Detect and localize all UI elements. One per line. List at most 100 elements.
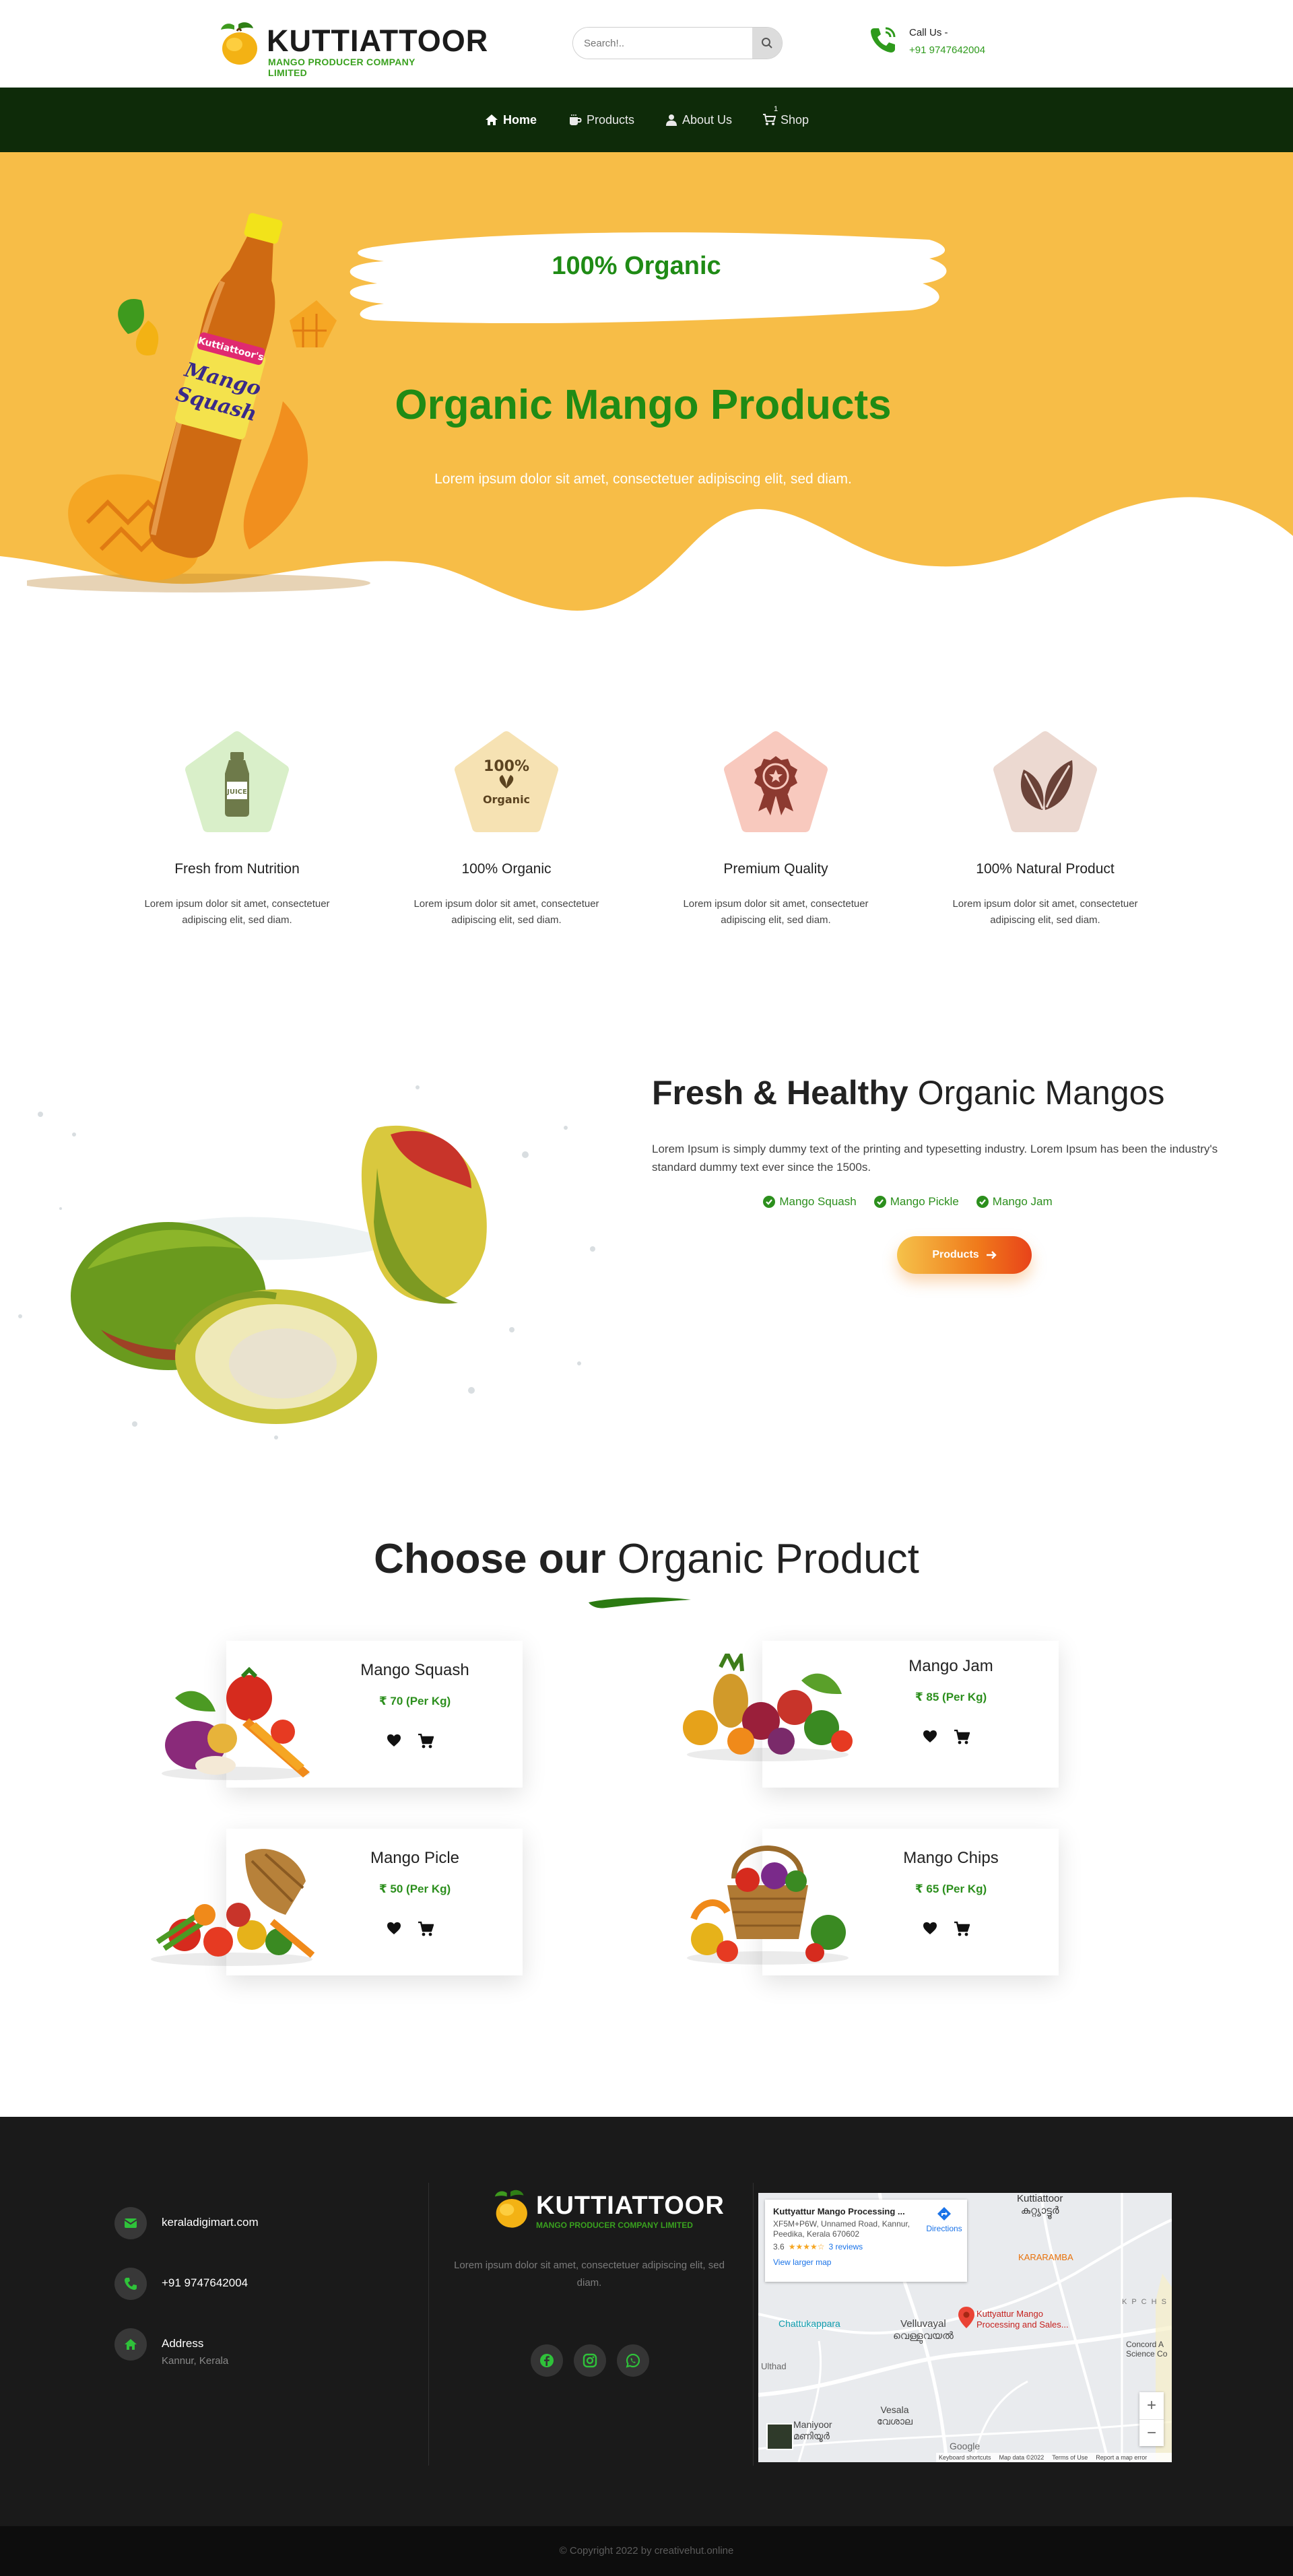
map-label-velluvayal: Velluvayal വെള്ളുവയൽ — [893, 2318, 954, 2342]
map-label: വെള്ളുവയൽ — [893, 2330, 954, 2342]
site-logo[interactable]: KUTTIATTOOR MANGO PRODUCER COMPANY LIMIT… — [214, 18, 488, 78]
whatsapp-icon — [626, 2353, 640, 2368]
cart-icon[interactable] — [954, 1922, 970, 1936]
product-price: ₹ 50 (Per Kg) — [378, 1883, 451, 1895]
heart-icon[interactable] — [387, 1734, 401, 1747]
cart-icon — [763, 114, 776, 125]
map-label: Science Co — [1126, 2349, 1168, 2359]
search-input[interactable] — [573, 28, 754, 59]
footer-phone[interactable]: +91 9747642004 — [114, 2268, 248, 2300]
feature-card-natural: 100% Natural Product Lorem ipsum dolor s… — [931, 731, 1160, 928]
map-larger-link[interactable]: View larger map — [773, 2258, 959, 2268]
call-label: Call Us - — [909, 27, 948, 38]
map-label-chattukappara: Chattukappara — [778, 2318, 840, 2329]
hero-subtitle: Lorem ipsum dolor sit amet, consectetuer… — [434, 471, 852, 487]
map-label: Vesala — [880, 2404, 909, 2415]
map-satellite-toggle[interactable] — [766, 2423, 793, 2450]
nav-item-products[interactable]: Products — [568, 110, 634, 129]
user-icon — [666, 114, 677, 126]
cart-icon[interactable] — [418, 1734, 434, 1749]
zoom-in-button[interactable]: + — [1139, 2392, 1164, 2419]
google-map-embed[interactable]: Kuttyattur Mango Processing ... XF5M+P6W… — [758, 2193, 1172, 2462]
search-button[interactable] — [752, 28, 782, 59]
search-box — [572, 27, 783, 59]
footer-email[interactable]: keraladigimart.com — [114, 2207, 259, 2239]
check-label: Mango Pickle — [890, 1195, 959, 1208]
map-label: കുറ്റ്യാട്ടൂർ — [1020, 2205, 1059, 2216]
envelope-icon — [124, 2218, 137, 2228]
product-name: Mango Picle — [370, 1849, 460, 1867]
footer-email-text: keraladigimart.com — [162, 2216, 259, 2229]
facebook-link[interactable] — [531, 2344, 563, 2377]
heart-icon[interactable] — [923, 1922, 937, 1935]
map-label: Maniyoor — [793, 2419, 832, 2430]
map-footer-link[interactable]: Terms of Use — [1052, 2454, 1088, 2461]
footer-divider — [428, 2183, 429, 2466]
nav-label-home: Home — [503, 112, 537, 127]
feature-title: 100% Organic — [461, 861, 552, 877]
choose-title-light: Organic Product — [617, 1536, 919, 1582]
organic-icon-word: Organic — [483, 793, 530, 806]
nav-item-home[interactable]: Home — [485, 110, 537, 129]
juice-bottle-icon: JUICE — [225, 752, 249, 817]
phone-call-icon — [871, 27, 896, 53]
whatsapp-link[interactable] — [617, 2344, 649, 2377]
footer-phone-text: +91 9747642004 — [162, 2276, 248, 2289]
fruits-vegetables-image — [683, 1654, 853, 1761]
map-directions-label: Directions — [926, 2224, 962, 2233]
instagram-icon — [583, 2353, 597, 2368]
heart-icon[interactable] — [387, 1922, 401, 1935]
map-rating: 3.6 — [773, 2242, 785, 2251]
facebook-icon — [540, 2354, 554, 2367]
feature-title: Fresh from Nutrition — [174, 861, 300, 877]
home-icon — [125, 2339, 137, 2350]
products-button[interactable]: Products — [897, 1236, 1032, 1274]
fresh-check-list: Mango Squash Mango Pickle Mango Jam — [652, 1195, 1164, 1209]
product-name: Mango Chips — [903, 1849, 999, 1867]
footer-logo[interactable]: KUTTIATTOOR MANGO PRODUCER COMPANY LIMIT… — [489, 2188, 724, 2235]
check-circle-icon — [763, 1196, 776, 1208]
footer-description: Lorem ipsum dolor sit amet, consectetuer… — [454, 2260, 725, 2289]
copyright-bar: © Copyright 2022 by creativehut.online — [0, 2526, 1293, 2576]
check-item: Mango Jam — [976, 1195, 1053, 1209]
footer-social-links — [531, 2344, 649, 2377]
nav-item-shop[interactable]: Shop — [762, 110, 809, 129]
map-label-vesala: Vesala വേശാല — [877, 2404, 913, 2427]
hero-banner: Kuttiattoor's Mango Squash 100% Organic … — [0, 152, 1293, 623]
cart-icon[interactable] — [418, 1922, 434, 1936]
vegetables-image — [162, 1666, 310, 1780]
splashing-mangos-image — [18, 1085, 595, 1439]
instagram-link[interactable] — [574, 2344, 606, 2377]
check-label: Mango Squash — [779, 1195, 857, 1208]
map-label-ulthad: Ulthad — [761, 2361, 787, 2371]
footer-logo-subtitle: MANGO PRODUCER COMPANY LIMITED — [536, 2221, 693, 2230]
map-reviews-link[interactable]: 3 reviews — [828, 2242, 863, 2252]
nav-label-about: About Us — [682, 112, 733, 127]
feature-card-nutrition: JUICE Fresh from Nutrition Lorem ipsum d… — [123, 731, 352, 928]
map-zoom-controls: + − — [1139, 2392, 1164, 2446]
heart-icon[interactable] — [923, 1730, 937, 1743]
map-directions[interactable]: Directions — [924, 2206, 964, 2234]
title-underline-brush — [589, 1597, 691, 1608]
cart-icon[interactable] — [954, 1730, 970, 1744]
product-name: Mango Squash — [360, 1661, 469, 1679]
mango-logo-icon — [221, 22, 257, 65]
footer-address-text: Kannur, Kerala — [162, 2355, 229, 2367]
map-label-kpchs: K P C H S — [1122, 2298, 1168, 2306]
feature-title: 100% Natural Product — [976, 861, 1115, 877]
zoom-out-button[interactable]: − — [1139, 2419, 1164, 2446]
phone-icon — [125, 2278, 137, 2290]
map-label: Kuttyattur Mango — [976, 2309, 1043, 2319]
call-number[interactable]: +91 9747642004 — [909, 44, 985, 56]
check-item: Mango Pickle — [873, 1195, 959, 1209]
product-price: ₹ 85 (Per Kg) — [915, 1691, 987, 1703]
fresh-title-bold: Fresh & Healthy — [652, 1074, 908, 1112]
map-pin-icon[interactable] — [958, 2306, 975, 2329]
nav-label-products: Products — [587, 112, 635, 127]
map-label-maniyoor: Maniyoor മണിയൂർ — [793, 2419, 832, 2442]
google-logo: Google — [950, 2441, 981, 2451]
map-footer-link: Map data ©2022 — [999, 2454, 1045, 2461]
nav-item-about[interactable]: About Us — [665, 110, 732, 129]
map-footer-link[interactable]: Report a map error — [1096, 2454, 1147, 2461]
map-footer-link[interactable]: Keyboard shortcuts — [939, 2454, 991, 2461]
